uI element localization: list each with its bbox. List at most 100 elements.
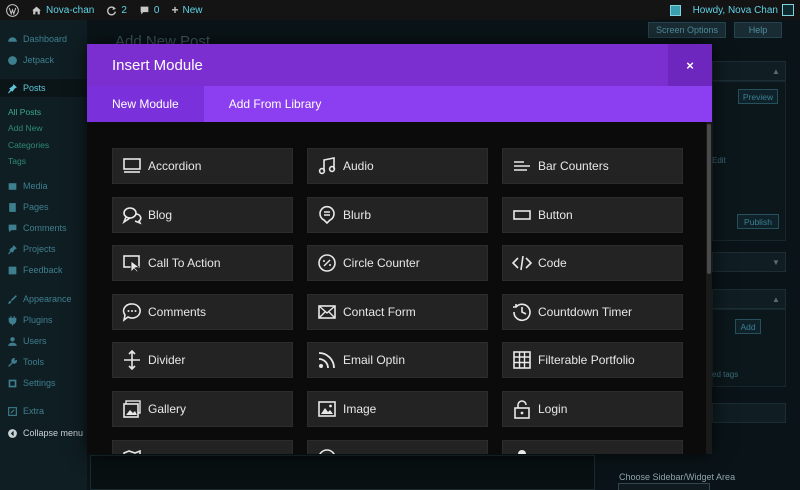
preview-button[interactable]: Preview	[738, 89, 778, 104]
extra-icon	[6, 405, 19, 418]
comments-link[interactable]: 0	[133, 0, 166, 20]
sidebar-item-label: Projects	[23, 244, 56, 254]
screen-options-button[interactable]: Screen Options	[648, 22, 726, 38]
sidebar-item-pages[interactable]: Pages	[0, 198, 87, 216]
sidebar-item-extra[interactable]: Extra	[0, 402, 87, 420]
sidebar-item-posts[interactable]: Posts	[0, 79, 87, 97]
pin-icon	[6, 82, 19, 95]
sidebar-panel-header[interactable]	[712, 403, 786, 423]
module-button[interactable]: Button	[502, 197, 683, 233]
module-label: Blurb	[343, 208, 372, 222]
admin-bar: Nova-chan 2 0 + New Howdy, Nova Chan	[0, 0, 800, 20]
sidebar-item-tools[interactable]: Tools	[0, 353, 87, 371]
module-label: Audio	[343, 159, 374, 173]
sidebar-item-label: Jetpack	[23, 55, 55, 65]
close-icon: ×	[686, 57, 694, 73]
edit-link[interactable]: Edit	[712, 156, 726, 165]
module-label: Image	[343, 402, 377, 416]
sidebar-widget-select[interactable]	[618, 483, 710, 490]
sidebar-item-settings[interactable]: Settings	[0, 374, 87, 392]
module-bar-counters[interactable]: Bar Counters	[502, 148, 683, 184]
account-link[interactable]: Howdy, Nova Chan	[687, 0, 800, 20]
submenu-tags[interactable]: Tags	[0, 154, 87, 168]
sidebar-item-label: Pages	[23, 202, 49, 212]
sidebar-item-label: Users	[23, 336, 47, 346]
scroll-thumb[interactable]	[707, 124, 711, 274]
module-comments[interactable]: Comments	[112, 294, 293, 330]
module-blurb[interactable]: Blurb	[307, 197, 488, 233]
module-contact-form[interactable]: Contact Form	[307, 294, 488, 330]
comments-icon	[121, 301, 143, 323]
module-menu[interactable]	[307, 440, 488, 454]
dashboard-icon	[6, 33, 19, 46]
insert-module-modal: Insert Module × New Module Add From Libr…	[87, 44, 712, 454]
submenu-add-new[interactable]: Add New	[0, 121, 87, 135]
jetpack-icon	[6, 54, 19, 67]
comment-bubble-icon	[140, 6, 149, 14]
caret-up-icon[interactable]: ▲	[772, 67, 780, 76]
settings-icon	[6, 377, 19, 390]
sidebar-item-appearance[interactable]: Appearance	[0, 290, 87, 308]
popular-tags-link[interactable]: ed tags	[712, 370, 738, 379]
sidebar-item-projects[interactable]: Projects	[0, 240, 87, 258]
module-gallery[interactable]: Gallery	[112, 391, 293, 427]
person-icon	[511, 447, 533, 454]
add-tag-button[interactable]: Add	[735, 319, 761, 334]
module-countdown-timer[interactable]: Countdown Timer	[502, 294, 683, 330]
module-code[interactable]: Code	[502, 245, 683, 281]
module-label: Divider	[148, 353, 186, 367]
module-circle-counter[interactable]: Circle Counter	[307, 245, 488, 281]
site-name: Nova-chan	[46, 4, 95, 16]
blurb-icon	[316, 204, 338, 226]
submenu-categories[interactable]: Categories	[0, 138, 87, 152]
site-name-link[interactable]: Nova-chan	[25, 0, 100, 20]
module-map[interactable]	[112, 440, 293, 454]
comments-count: 0	[153, 4, 160, 16]
close-button[interactable]: ×	[668, 44, 712, 86]
submenu-label: Add New	[8, 123, 43, 133]
tab-new-module[interactable]: New Module	[87, 86, 204, 122]
module-label: Accordion	[148, 159, 202, 173]
caret-up-icon[interactable]: ▲	[772, 295, 780, 304]
wordpress-icon	[6, 3, 19, 17]
module-divider[interactable]: Divider	[112, 342, 293, 378]
tab-add-from-library[interactable]: Add From Library	[204, 86, 347, 122]
module-accordion[interactable]: Accordion	[112, 148, 293, 184]
sidebar-item-comments[interactable]: Comments	[0, 219, 87, 237]
module-filterable-portfolio[interactable]: Filterable Portfolio	[502, 342, 683, 378]
sidebar-item-dashboard[interactable]: Dashboard	[0, 30, 87, 48]
sidebar-collapse-menu[interactable]: Collapse menu	[0, 424, 87, 442]
sidebar-item-label: Plugins	[23, 315, 53, 325]
module-login[interactable]: Login	[502, 391, 683, 427]
sidebar-item-plugins[interactable]: Plugins	[0, 311, 87, 329]
submenu-label: Categories	[8, 140, 50, 150]
module-image[interactable]: Image	[307, 391, 488, 427]
sidebar-item-media[interactable]: Media	[0, 177, 87, 195]
modal-header: Insert Module ×	[87, 44, 712, 86]
button-icon	[511, 204, 533, 226]
module-blog[interactable]: Blog	[112, 197, 293, 233]
support-link[interactable]	[664, 0, 687, 20]
new-content-link[interactable]: + New	[165, 0, 208, 20]
sidebar-item-label: Posts	[23, 83, 46, 93]
submenu-all-posts[interactable]: All Posts	[0, 105, 87, 119]
users-icon	[6, 335, 19, 348]
modal-scrollbar[interactable]	[706, 122, 712, 454]
sidebar-item-jetpack[interactable]: Jetpack	[0, 51, 87, 69]
updates-link[interactable]: 2	[100, 0, 133, 20]
media-icon	[6, 180, 19, 193]
sidebar-item-feedback[interactable]: Feedback	[0, 261, 87, 279]
sidebar-item-label: Collapse menu	[23, 428, 84, 438]
menu-icon	[316, 447, 338, 454]
sidebar-item-users[interactable]: Users	[0, 332, 87, 350]
module-person[interactable]	[502, 440, 683, 454]
caret-down-icon[interactable]: ▼	[772, 258, 780, 267]
sidebar-widget-label: Choose Sidebar/Widget Area	[619, 472, 736, 482]
module-email-optin[interactable]: Email Optin	[307, 342, 488, 378]
module-audio[interactable]: Audio	[307, 148, 488, 184]
module-call-to-action[interactable]: Call To Action	[112, 245, 293, 281]
publish-button[interactable]: Publish	[737, 214, 779, 229]
help-button[interactable]: Help	[734, 22, 782, 38]
wordpress-logo[interactable]	[0, 0, 25, 20]
module-label: Email Optin	[343, 353, 406, 367]
